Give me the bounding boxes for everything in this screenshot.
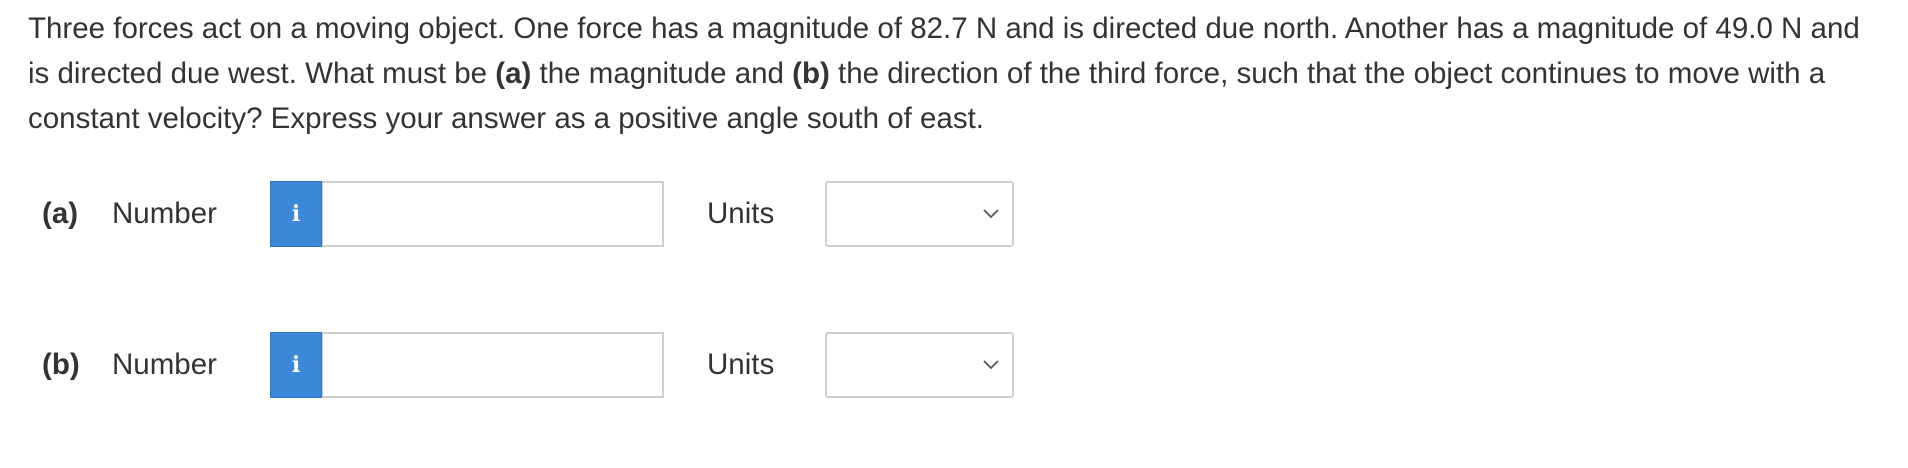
units-dropdown-a[interactable] bbox=[825, 181, 1014, 247]
part-b-marker: (b) bbox=[792, 57, 830, 90]
info-button[interactable]: i bbox=[270, 181, 322, 247]
info-icon: i bbox=[291, 201, 301, 227]
number-label: Number bbox=[112, 197, 217, 230]
answer-row-b: (b) Number i Units bbox=[0, 332, 1100, 398]
number-input-b[interactable] bbox=[322, 332, 664, 398]
units-label: Units bbox=[707, 197, 775, 230]
units-dropdown-b[interactable] bbox=[825, 332, 1014, 398]
units-label: Units bbox=[707, 348, 775, 381]
part-label: (a) bbox=[42, 197, 79, 230]
chevron-down-icon bbox=[983, 209, 999, 219]
number-input-a[interactable] bbox=[322, 181, 664, 247]
question-text: Three forces act on a moving object. One… bbox=[28, 6, 1888, 141]
chevron-down-icon bbox=[983, 360, 999, 370]
question-text-part2: the magnitude and bbox=[531, 57, 793, 90]
answer-row-a: (a) Number i Units bbox=[0, 181, 1100, 247]
part-a-marker: (a) bbox=[495, 57, 532, 90]
number-label: Number bbox=[112, 348, 217, 381]
info-icon: i bbox=[291, 352, 301, 378]
info-button[interactable]: i bbox=[270, 332, 322, 398]
part-label: (b) bbox=[42, 348, 80, 381]
